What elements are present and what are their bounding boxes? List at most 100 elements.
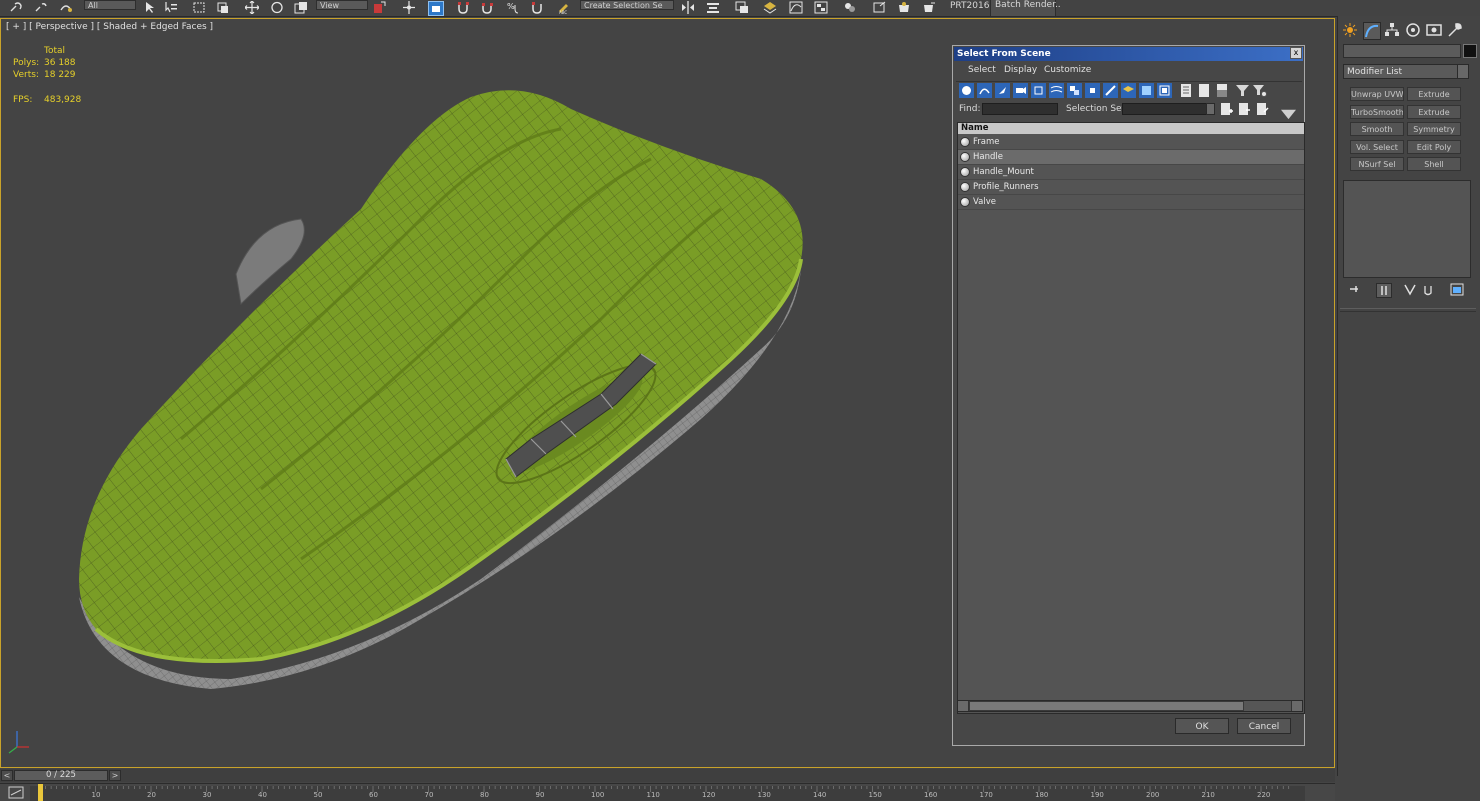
create-selection-set-icon[interactable] [1219,102,1233,115]
unlink-icon[interactable] [34,1,48,14]
motion-tab-icon[interactable] [1405,22,1421,38]
display-tab-icon[interactable] [1426,22,1442,38]
spinner-snap-icon[interactable] [530,1,544,14]
prt2016-plugin-label[interactable]: PRT2016 [950,1,989,11]
horizontal-scrollbar[interactable] [957,700,1303,712]
object-name-field[interactable] [1343,44,1461,58]
edit-named-selection-icon[interactable]: ABC [557,1,571,14]
list-item-handle-mount[interactable]: Handle_Mount [958,165,1304,180]
filter-spacewarps-icon[interactable] [1049,83,1064,98]
layer-explorer-icon[interactable] [763,1,777,14]
schematic-view-icon[interactable] [814,1,828,14]
modifier-stack[interactable] [1343,180,1471,278]
modifier-button-extrude-2[interactable]: Extrude [1407,105,1461,119]
filter-geometry-icon[interactable] [959,83,974,98]
select-object-icon[interactable] [143,1,157,14]
move-icon[interactable] [245,1,259,14]
show-end-result-icon[interactable] [1376,283,1392,298]
select-all-icon[interactable] [1179,83,1194,98]
create-tab-sun-icon[interactable] [1342,22,1358,38]
list-item-handle-selected[interactable]: Handle [958,150,1304,165]
time-slider-frame[interactable]: 0 / 225 [14,770,108,781]
modifier-button-smooth[interactable]: Smooth [1350,122,1404,136]
render-setup-icon[interactable] [873,1,887,14]
mirror-icon[interactable] [681,1,695,14]
named-selection-sets-dropdown[interactable]: Create Selection Se [580,0,674,10]
modify-tab-icon[interactable] [1363,22,1381,40]
cancel-button[interactable]: Cancel [1237,718,1291,734]
list-item-frame[interactable]: Frame [958,135,1304,150]
selection-filter-dropdown[interactable]: All [84,0,136,10]
material-editor-icon[interactable] [843,1,857,14]
filter-hidden-icon[interactable] [1157,83,1172,98]
filter-xrefs-icon[interactable] [1085,83,1100,98]
scroll-right-icon[interactable] [1291,701,1302,711]
track-bar-ruler[interactable]: 10 20 30 40 50 60 70 80 90 100 110 120 130 140 150 160 1… [0,783,1335,801]
bind-spacewarp-icon[interactable] [59,1,73,14]
scene-explorer-icon[interactable] [735,1,749,14]
find-input[interactable] [982,103,1058,115]
list-item-profile-runners[interactable]: Profile_Runners [958,180,1304,195]
menu-customize[interactable]: Customize [1044,65,1091,75]
filter-options-icon[interactable] [1252,83,1267,98]
scrollbar-thumb[interactable] [969,701,1244,711]
pivot-center-icon[interactable] [372,1,386,14]
filter-toggle-icon[interactable] [1235,83,1250,98]
modifier-button-nsurf-sel[interactable]: NSurf Sel [1350,157,1404,171]
dialog-close-button[interactable]: x [1290,47,1302,59]
modifier-button-edit-poly[interactable]: Edit Poly [1407,140,1461,154]
window-crossing-icon[interactable] [216,1,230,14]
remove-modifier-icon[interactable] [1421,283,1435,296]
filter-helpers-icon[interactable] [1031,83,1046,98]
selection-set-input[interactable] [1122,103,1214,115]
filter-shapes-icon[interactable] [977,83,992,98]
scene-object-list[interactable]: Name Frame Handle Handle_Mount Profile_R… [957,122,1305,714]
reference-coordinate-dropdown[interactable]: View [316,0,368,10]
make-unique-icon[interactable] [1403,283,1417,296]
select-by-name-icon[interactable] [164,1,178,14]
modifier-button-unwrap-uvw[interactable]: Unwrap UVW [1350,87,1404,101]
rotate-icon[interactable] [270,1,284,14]
ok-button[interactable]: OK [1175,718,1229,734]
utilities-tab-icon[interactable] [1447,22,1463,38]
percent-snap-icon[interactable]: % [507,1,521,14]
filter-cameras-icon[interactable] [1013,83,1028,98]
menu-display[interactable]: Display [1004,65,1037,75]
column-header-name[interactable]: Name [958,123,1304,134]
next-frame-button[interactable]: > [109,770,121,781]
modifier-list-dropdown[interactable]: Modifier List [1343,64,1468,79]
render-frame-window-icon[interactable] [897,1,911,14]
list-item-valve[interactable]: Valve [958,195,1304,210]
filter-frozen-icon[interactable] [1139,83,1154,98]
scroll-left-icon[interactable] [958,701,969,711]
chevron-down-icon[interactable] [1206,103,1215,115]
snaps-toggle-icon[interactable] [456,1,470,14]
angle-snap-icon[interactable] [480,1,494,14]
modifier-button-shell[interactable]: Shell [1407,157,1461,171]
rect-selection-icon[interactable] [192,1,206,14]
select-invert-icon[interactable] [1215,83,1230,98]
batch-render-button[interactable]: Batch Render.. [990,0,1061,16]
select-none-icon[interactable] [1197,83,1212,98]
filter-lights-icon[interactable] [995,83,1010,98]
hierarchy-tab-icon[interactable] [1384,22,1400,38]
previous-frame-button[interactable]: < [1,770,13,781]
modifier-button-extrude[interactable]: Extrude [1407,87,1461,101]
expand-toolbar-icon[interactable] [1281,106,1296,120]
filter-containers-icon[interactable] [1121,83,1136,98]
current-frame-marker[interactable] [38,784,43,801]
menu-select[interactable]: Select [968,65,996,75]
align-icon[interactable] [706,1,720,14]
filter-bones-icon[interactable] [1103,83,1118,98]
curve-editor-icon[interactable] [789,1,803,14]
modifier-button-vol-select[interactable]: Vol. Select [1350,140,1404,154]
object-color-swatch[interactable] [1463,44,1477,58]
pin-stack-icon[interactable] [1348,283,1362,296]
modifier-button-symmetry[interactable]: Symmetry [1407,122,1461,136]
subtract-from-selection-set-icon[interactable] [1255,102,1269,115]
select-and-manipulate-icon[interactable] [402,1,416,14]
render-production-icon[interactable] [922,1,936,14]
filter-groups-icon[interactable] [1067,83,1082,98]
configure-modifier-sets-icon[interactable] [1450,283,1464,296]
add-to-selection-set-icon[interactable] [1237,102,1250,115]
